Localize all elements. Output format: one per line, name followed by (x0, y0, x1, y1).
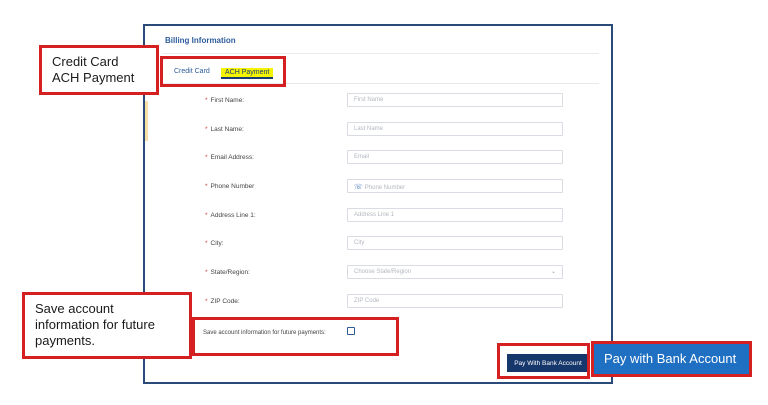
last-name-input[interactable]: Last Name (347, 122, 563, 136)
city-input[interactable]: City (347, 236, 563, 250)
phone-icon: ☏ (354, 184, 363, 191)
label-zip: * ZIP Code: (205, 298, 240, 305)
address-input[interactable]: Address Line 1 (347, 208, 563, 222)
label-state: * State/Region: (205, 269, 250, 276)
label-address: * Address Line 1: (205, 212, 256, 219)
panel-title: Billing Information (165, 36, 236, 45)
callout-pay-note: Pay with Bank Account (591, 341, 752, 377)
required-mark: * (205, 154, 208, 161)
required-mark: * (205, 183, 208, 190)
callout-tabs-highlight (160, 56, 286, 87)
state-placeholder: Choose State/Region (354, 269, 412, 275)
required-mark: * (205, 240, 208, 247)
callout-text-save: Save account information for future paym… (35, 301, 155, 348)
label-phone: * Phone Number (205, 183, 255, 190)
zip-input[interactable]: ZIP Code (347, 294, 563, 308)
required-mark: * (205, 126, 208, 133)
divider (163, 53, 599, 54)
callout-text-pay: Pay with Bank Account (604, 351, 737, 366)
callout-pay-highlight (497, 343, 590, 379)
required-mark: * (205, 269, 208, 276)
state-select[interactable]: Choose State/Region ⌄ (347, 265, 563, 279)
label-city: * City: (205, 240, 224, 247)
first-name-input[interactable]: First Name (347, 93, 563, 107)
callout-save-highlight (192, 317, 399, 356)
required-mark: * (205, 212, 208, 219)
phone-placeholder: Phone Number (364, 185, 406, 191)
callout-tabs-note: Credit Card ACH Payment (39, 45, 159, 95)
email-input[interactable]: Email (347, 150, 563, 164)
callout-text-ach: ACH Payment (52, 70, 135, 85)
phone-input[interactable]: ☏ Phone Number (347, 179, 563, 193)
required-mark: * (205, 298, 208, 305)
panel-accent (145, 101, 148, 141)
label-email: * Email Address: (205, 154, 254, 161)
label-last-name: * Last Name: (205, 126, 244, 133)
callout-text-credit-card: Credit Card (52, 54, 119, 69)
required-mark: * (205, 97, 208, 104)
callout-save-note: Save account information for future paym… (22, 292, 192, 359)
chevron-down-icon: ⌄ (550, 269, 556, 275)
label-first-name: * First Name: (205, 97, 245, 104)
